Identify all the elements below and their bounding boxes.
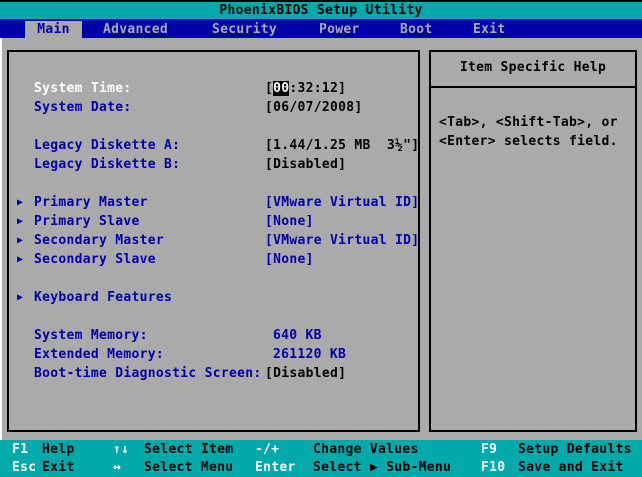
f9-key: F9 (481, 442, 498, 457)
tab-security[interactable]: Security (212, 22, 277, 38)
enter-key: Enter (255, 460, 296, 475)
system-date-label: System Date: (34, 100, 132, 115)
row-system-memory: System Memory: 640 KB (0, 326, 420, 345)
save-exit-label: Save and Exit (518, 460, 624, 475)
menu-bar: Main Advanced Security Power Boot Exit (0, 19, 642, 38)
primary-slave-value: [None] (265, 214, 314, 229)
legacy-diskette-a-value[interactable]: [1.44/1.25 MB 3½"] (265, 136, 419, 155)
row-system-date[interactable]: System Date: [06/07/2008] (0, 98, 420, 117)
esc-key-label: Exit (42, 460, 75, 475)
tab-exit[interactable]: Exit (473, 22, 506, 38)
legacy-diskette-b-value[interactable]: [Disabled] (265, 155, 346, 174)
change-values-label: Change Values (313, 442, 419, 457)
minus-plus-key: -/+ (255, 442, 280, 457)
system-time-hours-selected[interactable]: 00 (273, 81, 290, 96)
row-primary-slave[interactable]: ▶ Primary Slave [None] (0, 212, 420, 231)
row-primary-master[interactable]: ▶ Primary Master [VMware Virtual ID] (0, 193, 420, 212)
primary-master-label: Primary Master (34, 195, 148, 210)
submenu-arrow-icon: ▶ (17, 254, 24, 265)
row-extended-memory: Extended Memory: 261120 KB (0, 345, 420, 364)
system-memory-label: System Memory: (34, 328, 148, 343)
secondary-master-label: Secondary Master (34, 233, 165, 248)
primary-slave-label: Primary Slave (34, 214, 140, 229)
submenu-arrow-icon: ▶ (17, 216, 24, 227)
legacy-diskette-a-label: Legacy Diskette A: (34, 138, 181, 153)
primary-master-value: [VMware Virtual ID] (265, 195, 420, 210)
secondary-slave-value: [None] (265, 252, 314, 267)
up-down-arrows-icon: ↑↓ (113, 442, 130, 457)
f1-key-label: Help (42, 442, 75, 457)
tab-advanced[interactable]: Advanced (103, 22, 168, 38)
row-secondary-slave[interactable]: ▶ Secondary Slave [None] (0, 250, 420, 269)
secondary-master-value: [VMware Virtual ID] (265, 233, 420, 248)
help-panel-divider (431, 86, 635, 88)
boot-time-diagnostic-label: Boot-time Diagnostic Screen: (34, 366, 262, 381)
bios-setup-screen: PhoenixBIOS Setup Utility Main Advanced … (0, 0, 642, 477)
row-boot-time-diagnostic[interactable]: Boot-time Diagnostic Screen: [Disabled] (0, 364, 420, 383)
help-panel-title: Item Specific Help (459, 60, 607, 75)
title-bar: PhoenixBIOS Setup Utility (0, 2, 642, 19)
esc-key: Esc (12, 460, 37, 475)
select-item-label: Select Item (144, 442, 234, 457)
row-legacy-diskette-b[interactable]: Legacy Diskette B: [Disabled] (0, 155, 420, 174)
system-memory-value: 640 KB (273, 328, 322, 343)
system-date-value[interactable]: [06/07/2008] (265, 98, 363, 117)
system-time-prefix: [ (265, 81, 274, 96)
app-title: PhoenixBIOS Setup Utility (219, 3, 423, 18)
row-legacy-diskette-a[interactable]: Legacy Diskette A: [1.44/1.25 MB 3½"] (0, 136, 420, 155)
select-submenu-label: Select ▶ Sub-Menu (313, 460, 452, 475)
f10-key: F10 (481, 460, 506, 475)
key-legend-bar: F1 Help ↑↓ Select Item -/+ Change Values… (0, 440, 642, 477)
f1-key: F1 (12, 442, 29, 457)
boot-time-diagnostic-value[interactable]: [Disabled] (265, 364, 346, 383)
extended-memory-value: 261120 KB (273, 347, 347, 362)
secondary-slave-label: Secondary Slave (34, 252, 156, 267)
row-keyboard-features[interactable]: ▶ Keyboard Features (0, 288, 420, 307)
item-specific-help-panel: Item Specific Help <Tab>, <Shift-Tab>, o… (429, 50, 637, 432)
legacy-diskette-b-label: Legacy Diskette B: (34, 157, 181, 172)
help-text-line1: <Tab>, <Shift-Tab>, or (439, 115, 618, 130)
tab-main[interactable]: Main (25, 21, 82, 38)
setup-defaults-label: Setup Defaults (518, 442, 632, 457)
keyboard-features-label: Keyboard Features (34, 290, 173, 305)
tab-boot[interactable]: Boot (400, 22, 433, 38)
system-time-label: System Time: (34, 81, 132, 96)
left-right-arrows-icon: ↔ (113, 460, 122, 475)
extended-memory-label: Extended Memory: (34, 347, 165, 362)
row-secondary-master[interactable]: ▶ Secondary Master [VMware Virtual ID] (0, 231, 420, 250)
row-system-time[interactable]: System Time: [00:32:12] (0, 79, 420, 98)
submenu-arrow-icon: ▶ (17, 235, 24, 246)
tab-power[interactable]: Power (319, 22, 360, 38)
select-menu-label: Select Menu (144, 460, 234, 475)
submenu-arrow-icon: ▶ (17, 197, 24, 208)
submenu-arrow-icon: ▶ (17, 292, 24, 303)
system-time-suffix: :32:12] (289, 81, 347, 96)
help-text-line2: <Enter> selects field. (439, 134, 618, 149)
system-time-value[interactable]: [00:32:12] (265, 79, 346, 98)
